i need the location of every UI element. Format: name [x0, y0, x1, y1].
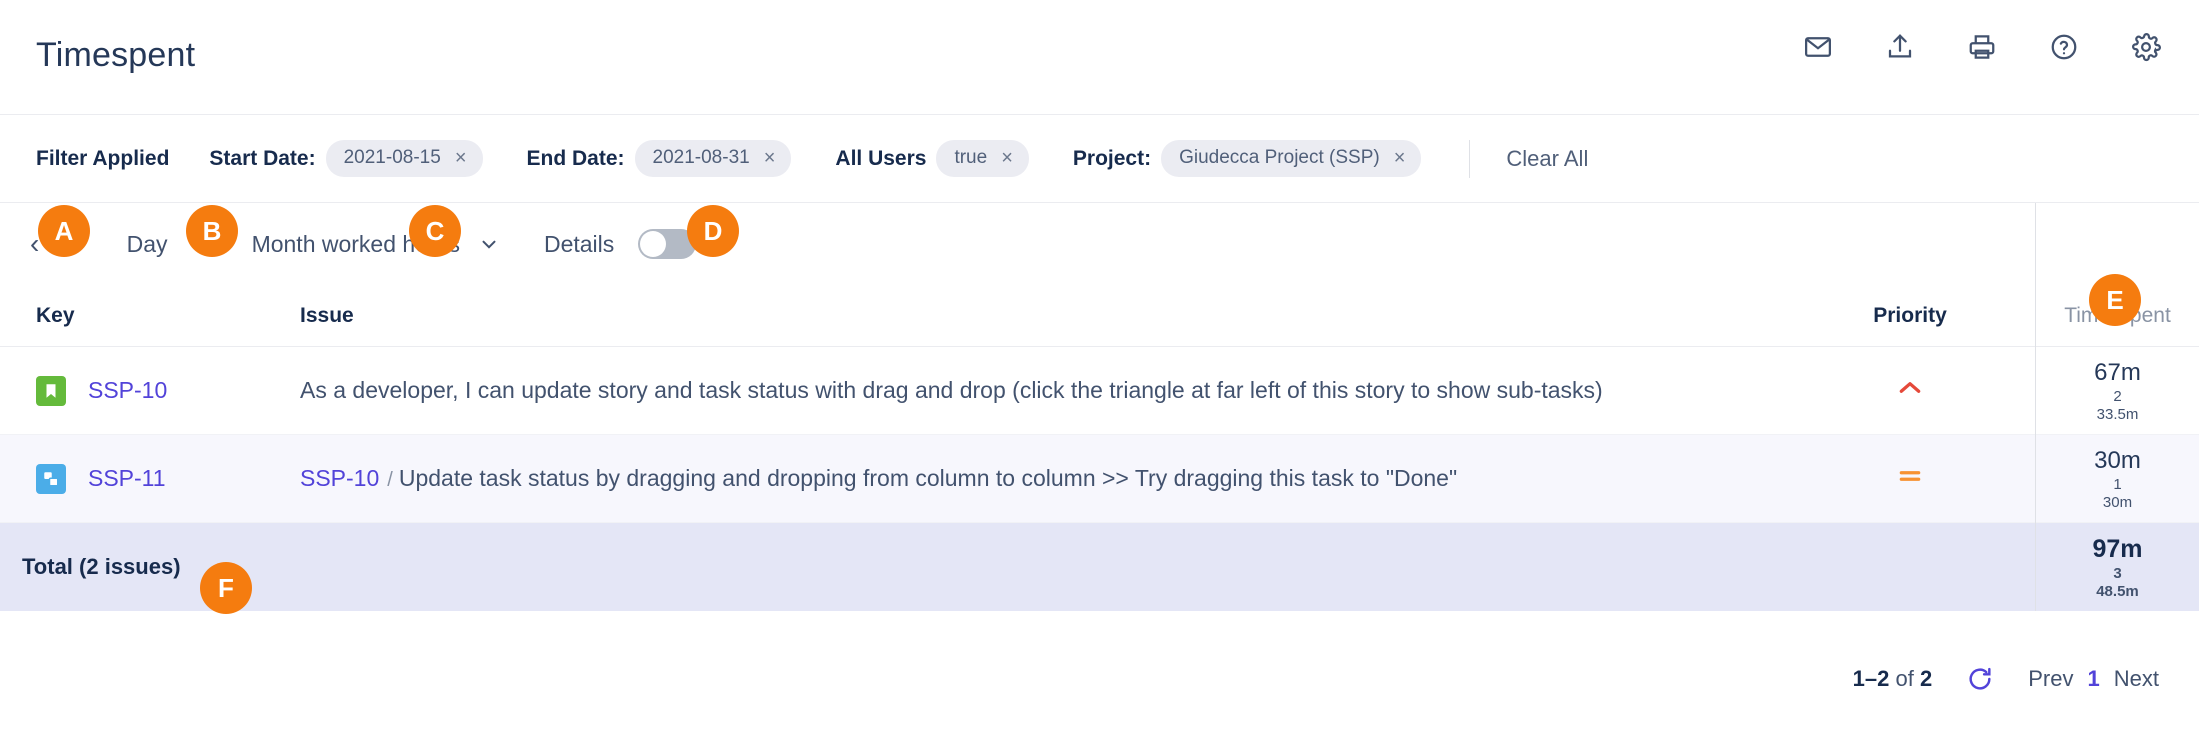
filter-all-users: All Users true ×	[835, 140, 1029, 177]
time-spent-panel: Time Spent 67m 2 33.5m 30m 1 30m 97m 3 4…	[2035, 203, 2199, 611]
row-key-link[interactable]: SSP-11	[88, 465, 166, 492]
filter-project-value: Giudecca Project (SSP)	[1179, 147, 1380, 168]
result-range: 1–2 of 2	[1853, 666, 1933, 692]
filter-end-date-value: 2021-08-31	[652, 147, 750, 168]
pager: Prev 1 Next	[2028, 666, 2159, 692]
row-summary-text[interactable]: As a developer, I can update story and t…	[300, 377, 1603, 404]
pagination-bar: 1–2 of 2 Prev 1 Next	[1853, 665, 2159, 693]
filter-end-date-label: End Date:	[526, 146, 625, 170]
filter-start-date-label: Start Date:	[209, 146, 316, 170]
filter-applied-label: Filter Applied	[36, 146, 170, 170]
story-icon	[36, 375, 66, 406]
export-icon[interactable]	[1883, 30, 1917, 64]
timespent-table: Key Issue Priority SSP-10 As a developer…	[0, 285, 2035, 611]
result-range-from: 1–2	[1852, 666, 1890, 691]
time-spent-total-average: 48.5m	[2096, 582, 2139, 600]
details-toggle-label: Details	[543, 230, 615, 257]
remove-end-date-icon[interactable]: ×	[764, 148, 776, 168]
total-label: Total (2 issues)	[22, 554, 181, 579]
row-key-cell: SSP-11	[0, 463, 300, 494]
row-key-link[interactable]: SSP-10	[88, 377, 167, 404]
print-icon[interactable]	[1965, 30, 1999, 64]
time-spent-average: 30m	[2102, 493, 2133, 511]
time-spent-value: 67m	[2094, 358, 2141, 386]
time-spent-cell: 67m 2 33.5m	[2036, 347, 2199, 435]
filter-start-date-chip[interactable]: 2021-08-15 ×	[325, 140, 483, 177]
details-toggle-knob	[640, 231, 667, 257]
help-icon[interactable]	[2047, 30, 2081, 64]
result-range-total: 2	[1920, 666, 1933, 691]
time-spent-total-count: 3	[2113, 564, 2122, 582]
filter-start-date: Start Date: 2021-08-15 ×	[209, 140, 483, 177]
row-summary-cell: As a developer, I can update story and t…	[300, 377, 1785, 404]
subtask-icon	[36, 463, 66, 494]
time-spent-count: 2	[2113, 387, 2122, 405]
next-page-button[interactable]: Next	[2114, 666, 2159, 692]
filter-divider	[1469, 139, 1471, 178]
filter-all-users-value: true	[954, 147, 988, 168]
filter-bar: Filter Applied Start Date: 2021-08-15 × …	[0, 115, 2199, 203]
column-header-issue[interactable]: Issue	[300, 304, 1785, 328]
remove-all-users-icon[interactable]: ×	[1001, 148, 1013, 168]
annotation-badge-c: C	[409, 205, 461, 257]
refresh-icon[interactable]	[1966, 665, 1994, 693]
filter-project-label: Project:	[1072, 146, 1152, 170]
time-spent-average: 33.5m	[2096, 405, 2139, 423]
page-title: Timespent	[36, 36, 196, 74]
remove-project-icon[interactable]: ×	[1394, 148, 1406, 168]
filter-project: Project: Giudecca Project (SSP) ×	[1073, 140, 1422, 177]
table-total-row: Total (2 issues)	[0, 523, 2035, 611]
column-header-priority[interactable]: Priority	[1785, 304, 2035, 328]
settings-icon[interactable]	[2129, 30, 2163, 64]
time-spent-cell: 30m 1 30m	[2036, 435, 2199, 523]
timespent-app: Timespent Filter Applied Start Date: 202…	[0, 0, 2199, 733]
table-header-row: Key Issue Priority	[0, 285, 2035, 347]
row-summary-text[interactable]: Update task status by dragging and dropp…	[399, 465, 1457, 492]
time-spent-count: 1	[2113, 475, 2122, 493]
annotation-badge-f: F	[200, 562, 252, 614]
row-priority-cell	[1785, 463, 2035, 494]
time-spent-panel-spacer	[2036, 203, 2199, 285]
filter-end-date-chip[interactable]: 2021-08-31 ×	[634, 140, 792, 177]
row-summary-cell: SSP-10 / Update task status by dragging …	[300, 465, 1785, 492]
filter-end-date: End Date: 2021-08-31 ×	[527, 140, 792, 177]
chevron-down-icon	[478, 233, 500, 255]
app-header: Timespent	[0, 0, 2199, 115]
result-range-of: of	[1895, 666, 1914, 691]
priority-high-icon	[1893, 375, 1927, 406]
filter-project-chip[interactable]: Giudecca Project (SSP) ×	[1161, 140, 1422, 177]
clear-all-button[interactable]: Clear All	[1506, 146, 1588, 172]
filter-all-users-label: All Users	[835, 146, 927, 170]
details-toggle-group: Details	[543, 229, 697, 259]
row-key-cell: SSP-10	[0, 375, 300, 406]
annotation-badge-e: E	[2089, 274, 2141, 326]
annotation-badge-d: D	[687, 205, 739, 257]
filter-start-date-value: 2021-08-15	[343, 147, 441, 168]
time-spent-total-cell: 97m 3 48.5m	[2036, 523, 2199, 611]
time-spent-value: 30m	[2094, 446, 2141, 474]
remove-start-date-icon[interactable]: ×	[455, 148, 467, 168]
table-row[interactable]: SSP-10 As a developer, I can update stor…	[0, 347, 2035, 435]
row-priority-cell	[1785, 375, 2035, 406]
page-1-button[interactable]: 1	[2088, 666, 2100, 692]
row-parent-separator: /	[387, 469, 393, 491]
header-actions	[1801, 30, 2163, 64]
row-parent-link[interactable]: SSP-10	[300, 465, 379, 492]
priority-medium-icon	[1893, 463, 1927, 494]
metric-select[interactable]: Month worked hours	[252, 231, 500, 258]
prev-page-button[interactable]: Prev	[2028, 666, 2073, 692]
mail-icon[interactable]	[1801, 30, 1835, 64]
time-spent-total-value: 97m	[2092, 534, 2143, 563]
column-header-key[interactable]: Key	[0, 304, 300, 328]
annotation-badge-b: B	[186, 205, 238, 257]
table-row[interactable]: SSP-11 SSP-10 / Update task status by dr…	[0, 435, 2035, 523]
period-select-value: Day	[126, 230, 168, 257]
filter-all-users-chip[interactable]: true ×	[936, 140, 1029, 177]
annotation-badge-a: A	[38, 205, 90, 257]
report-toolbar: ‹ › Day Month worked hours Details	[0, 203, 2035, 285]
